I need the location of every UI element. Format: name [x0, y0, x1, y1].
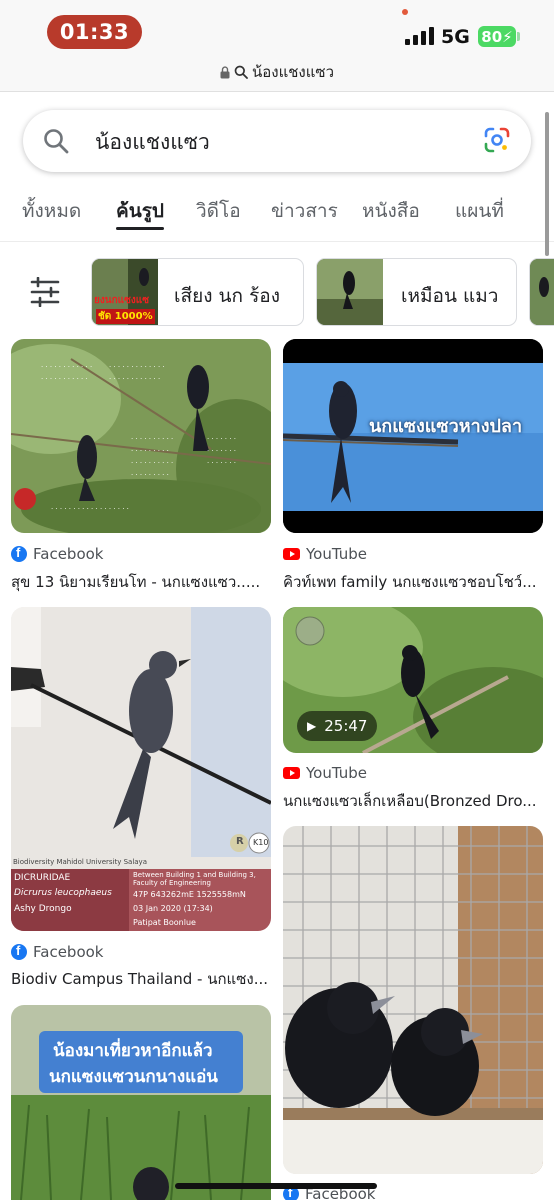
tab-all[interactable]: ทั้งหมด [22, 196, 81, 226]
address-bar[interactable]: น้องแชงแซว [0, 60, 554, 84]
bird-photo [283, 826, 543, 1174]
svg-text:· · · · · · · · · · ·: · · · · · · · · · · · [41, 375, 88, 383]
source-name: YouTube [306, 545, 367, 563]
search-box[interactable]: น้องแชงแซว [23, 110, 531, 172]
bird-photo: · · · · · · · · · · · · · · · · · · · · … [11, 339, 271, 533]
battery-level: 80 [481, 27, 503, 46]
result-title[interactable]: นกแซงแซวเล็กเหลือบ(Bronzed Dro... [283, 789, 545, 813]
battery-tip [517, 32, 520, 41]
filter-settings-icon[interactable] [30, 277, 60, 307]
svg-text:· · · · · · · · · ·: · · · · · · · · · · [131, 435, 173, 443]
chip-bird-sound[interactable]: ยงนกแซงแซ ชัด 1000% เสียง นก ร้อง [91, 258, 304, 326]
chip-thumb-badge: ชัด 1000% [96, 309, 155, 324]
recording-dot-icon [402, 9, 408, 15]
tab-maps[interactable]: แผนที่ [455, 196, 504, 226]
duration-text: 25:47 [324, 717, 368, 735]
youtube-icon [283, 548, 300, 560]
svg-text:· · · · · · ·: · · · · · · · [207, 435, 236, 443]
svg-text:· · · · · · · · · · · · · · ·: · · · · · · · · · · · · · · · · · · [51, 505, 129, 513]
address-text: น้องแชงแซว [251, 63, 335, 81]
svg-text:· · · · · · · · · · · ·: · · · · · · · · · · · · [109, 375, 160, 383]
source-name: Facebook [33, 545, 104, 563]
svg-text:· · · · · · · · · · · ·: · · · · · · · · · · · · [41, 363, 92, 371]
search-icon[interactable] [42, 127, 70, 155]
tab-images[interactable]: ค้นรูป [116, 196, 164, 226]
facebook-icon [11, 545, 27, 562]
image-caption-family: DICRURIDAE [14, 873, 71, 883]
result-image-2[interactable]: นกแซงแซวหางปลา [283, 339, 543, 533]
status-bar: 01:33 5G 80 ⚡ น้องแชงแซว [0, 0, 554, 92]
chip-thumbnail [530, 259, 554, 325]
tab-videos[interactable]: วิดีโอ [196, 196, 241, 226]
network-label: 5G [441, 26, 470, 48]
image-label-r: R [236, 836, 244, 847]
google-lens-icon[interactable] [483, 126, 511, 154]
facebook-icon [11, 943, 27, 960]
scrollbar[interactable] [545, 112, 549, 256]
chip-thumbnail [317, 259, 383, 325]
svg-text:· · · · · · · · · · · · ·: · · · · · · · · · · · · · [109, 363, 165, 371]
signal-icon [405, 27, 434, 45]
svg-text:· · · · · · · · ·: · · · · · · · · · [131, 471, 169, 479]
result-image-4[interactable]: ▶ 25:47 [283, 607, 543, 753]
result-source[interactable]: Facebook [11, 545, 103, 563]
image-caption-common: Ashy Drongo [14, 904, 72, 914]
result-title[interactable]: สุข 13 นิยามเรียนโท - นกแซงแซว..... [11, 570, 273, 594]
result-image-1[interactable]: · · · · · · · · · · · · · · · · · · · · … [11, 339, 271, 533]
image-caption-coords: 47P 643262mE 1525558mN [133, 890, 246, 899]
search-input[interactable]: น้องแชงแซว [95, 126, 210, 159]
search-icon [234, 65, 248, 79]
result-title[interactable]: Biodiv Campus Thailand - นกแซง... [11, 967, 273, 991]
chip-like-cat[interactable]: เหมือน แมว [316, 258, 517, 326]
result-title[interactable]: คิวท์เพท family นกแซงแซวชอบโชว์... [283, 570, 545, 594]
svg-text:· · · · · · · · ·: · · · · · · · · · [131, 447, 169, 455]
svg-text:· · · · · · · · · ·: · · · · · · · · · · [131, 459, 173, 467]
search-tabs: ทั้งหมด ค้นรูป วิดีโอ ข่าวสาร หนังสือ แผ… [0, 186, 554, 242]
result-source[interactable]: YouTube [283, 545, 367, 563]
result-image-6[interactable] [283, 826, 543, 1174]
tab-news[interactable]: ข่าวสาร [271, 196, 338, 226]
time-pill: 01:33 [47, 15, 142, 49]
result-source[interactable]: YouTube [283, 764, 367, 782]
chip-thumb-text: ยงนกแซงแซ [94, 295, 149, 306]
result-source[interactable]: Facebook [11, 943, 103, 961]
chip-partial[interactable] [529, 258, 554, 326]
result-image-3[interactable]: R K10 Biodiversity Mahidol University Sa… [11, 607, 271, 931]
tab-books[interactable]: หนังสือ [362, 196, 420, 226]
home-indicator[interactable] [175, 1183, 377, 1189]
image-label-k10: K10 [253, 838, 269, 847]
chip-label: เหมือน แมว [401, 285, 499, 307]
image-caption-photographer: Patipat Boonlue [133, 918, 196, 927]
lock-icon [220, 65, 230, 78]
video-duration: ▶ 25:47 [297, 711, 378, 741]
svg-text:· · · · · · ·: · · · · · · · [207, 459, 236, 467]
image-caption-university: Biodiversity Mahidol University Salaya [13, 858, 147, 866]
image-caption-scientific: Dicrurus leucophaeus [14, 888, 112, 898]
result-image-5[interactable]: น้องมาเที่ยวหาอีกแล้ว นกแซงแซวนกนางแอ่น [11, 1005, 271, 1200]
active-tab-indicator [116, 227, 164, 230]
play-icon: ▶ [307, 719, 317, 733]
youtube-icon [283, 767, 300, 779]
bird-photo [11, 1005, 271, 1200]
chip-label: เสียง นก ร้อง [174, 285, 280, 307]
svg-text:· · · · · · ·: · · · · · · · [207, 447, 236, 455]
image-overlay-text: นกแซงแซวหางปลา [369, 416, 523, 437]
source-name: Facebook [33, 943, 104, 961]
battery-icon: 80 ⚡ [478, 26, 516, 47]
image-overlay-text-1: น้องมาเที่ยวหาอีกแล้ว [53, 1041, 213, 1061]
image-caption-date: 03 Jan 2020 (17:34) [133, 904, 213, 913]
source-name: YouTube [306, 764, 367, 782]
image-caption-location: Between Building 1 and Building 3, Facul… [133, 871, 256, 887]
chip-thumbnail: ยงนกแซงแซ ชัด 1000% [92, 259, 158, 325]
image-overlay-text-2: นกแซงแซวนกนางแอ่น [49, 1067, 218, 1087]
